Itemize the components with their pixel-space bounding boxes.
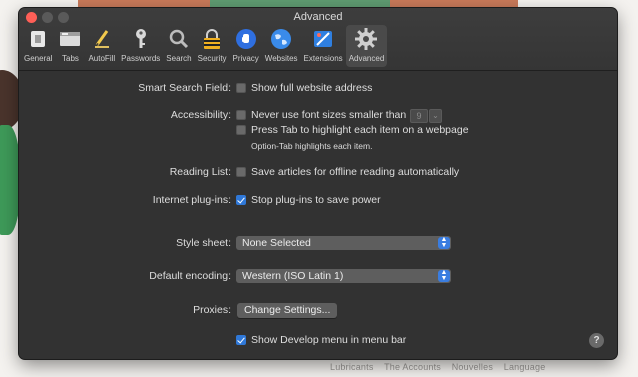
press-tab-checkbox[interactable] <box>236 125 246 135</box>
tab-passwords[interactable]: Passwords <box>118 25 163 67</box>
min-font-size-value[interactable]: 9 <box>410 109 428 123</box>
lock-icon <box>200 27 224 51</box>
stop-plugins-label: Stop plug-ins to save power <box>251 194 381 206</box>
style-sheet-value: None Selected <box>242 237 311 249</box>
footer-link: Language <box>503 362 546 372</box>
preferences-toolbar: General Tabs AutoFill Passwords Search S… <box>21 25 388 69</box>
develop-menu-checkbox[interactable] <box>236 335 246 345</box>
accessibility-label: Accessibility: <box>170 109 231 121</box>
style-sheet-row: Style sheet: None Selected ▲ ▼ <box>19 236 617 250</box>
tab-search[interactable]: Search <box>163 25 194 67</box>
key-icon <box>129 27 153 51</box>
footer-link: The Accounts <box>384 362 442 372</box>
tab-label: Websites <box>264 54 298 63</box>
option-tab-note: Option-Tab highlights each item. <box>251 141 373 151</box>
tabs-icon <box>58 27 82 51</box>
style-sheet-label: Style sheet: <box>176 237 231 249</box>
help-button[interactable]: ? <box>589 333 604 348</box>
reading-list-row: Reading List: Save articles for offline … <box>19 166 617 180</box>
tab-label: Privacy <box>232 54 259 63</box>
tab-websites[interactable]: Websites <box>262 25 301 67</box>
tab-label: Extensions <box>303 54 343 63</box>
preferences-window: Advanced General Tabs AutoFill Passwords… <box>19 8 617 359</box>
encoding-value: Western (ISO Latin 1) <box>242 270 344 282</box>
tab-security[interactable]: Security <box>195 25 230 67</box>
title-bar: Advanced General Tabs AutoFill Passwords… <box>19 8 617 71</box>
encoding-label: Default encoding: <box>149 270 231 282</box>
never-font-smaller-checkbox[interactable] <box>236 110 246 120</box>
gear-icon <box>354 27 378 51</box>
tab-general[interactable]: General <box>21 25 55 67</box>
hand-icon <box>234 27 258 51</box>
puzzle-icon <box>311 27 335 51</box>
tab-tabs[interactable]: Tabs <box>55 25 85 67</box>
tab-label: General <box>24 54 53 63</box>
tab-label: AutoFill <box>88 54 116 63</box>
reading-list-label: Reading List: <box>169 166 231 178</box>
stop-plugins-checkbox[interactable] <box>236 195 246 205</box>
show-full-address-label: Show full website address <box>251 82 373 94</box>
develop-menu-label: Show Develop menu in menu bar <box>251 334 407 346</box>
press-tab-row: Press Tab to highlight each item on a we… <box>19 124 617 138</box>
tab-label: Tabs <box>62 54 79 63</box>
change-settings-button[interactable]: Change Settings... <box>237 303 338 318</box>
window-title: Advanced <box>293 11 343 23</box>
tab-advanced[interactable]: Advanced <box>345 25 388 67</box>
tab-autofill[interactable]: AutoFill <box>85 25 118 67</box>
footer-link: Lubricants <box>330 362 374 372</box>
save-offline-checkbox[interactable] <box>236 167 246 177</box>
style-sheet-select[interactable]: None Selected ▲ ▼ <box>236 236 451 250</box>
encoding-row: Default encoding: Western (ISO Latin 1) … <box>19 269 617 283</box>
tab-label: Passwords <box>121 54 161 63</box>
save-offline-label: Save articles for offline reading automa… <box>251 166 460 178</box>
proxies-label: Proxies: <box>193 304 231 316</box>
never-font-smaller-label: Never use font sizes smaller than <box>251 109 407 121</box>
tab-label: Security <box>197 54 227 63</box>
press-tab-label: Press Tab to highlight each item on a we… <box>251 124 469 136</box>
plugins-label: Internet plug-ins: <box>152 194 231 206</box>
background-footer: Lubricants The Accounts Nouvelles Langua… <box>330 362 553 372</box>
encoding-select[interactable]: Western (ISO Latin 1) ▲ ▼ <box>236 269 451 283</box>
general-icon <box>26 27 50 51</box>
tab-privacy[interactable]: Privacy <box>230 25 262 67</box>
footer-link: Nouvelles <box>451 362 494 372</box>
show-full-address-checkbox[interactable] <box>236 83 246 93</box>
tab-extensions[interactable]: Extensions <box>301 25 346 67</box>
smart-search-label: Smart Search Field: <box>138 82 231 94</box>
globe-icon <box>269 27 293 51</box>
chevron-updown-icon: ▲ ▼ <box>438 236 450 249</box>
develop-menu-row: Show Develop menu in menu bar <box>19 334 617 348</box>
tab-label: Advanced <box>348 54 385 63</box>
autofill-icon <box>90 27 114 51</box>
chevron-updown-icon: ▲ ▼ <box>438 269 450 282</box>
search-icon <box>167 27 191 51</box>
min-font-size-dropdown[interactable]: ⌄ <box>429 109 442 123</box>
accessibility-row: Accessibility: Never use font sizes smal… <box>19 109 617 123</box>
plugins-row: Internet plug-ins: Stop plug-ins to save… <box>19 194 617 208</box>
tab-label: Search <box>166 54 192 63</box>
background-illustration-2 <box>0 125 20 235</box>
smart-search-row: Smart Search Field: Show full website ad… <box>19 82 617 96</box>
proxies-row: Proxies: Change Settings... <box>19 303 617 319</box>
